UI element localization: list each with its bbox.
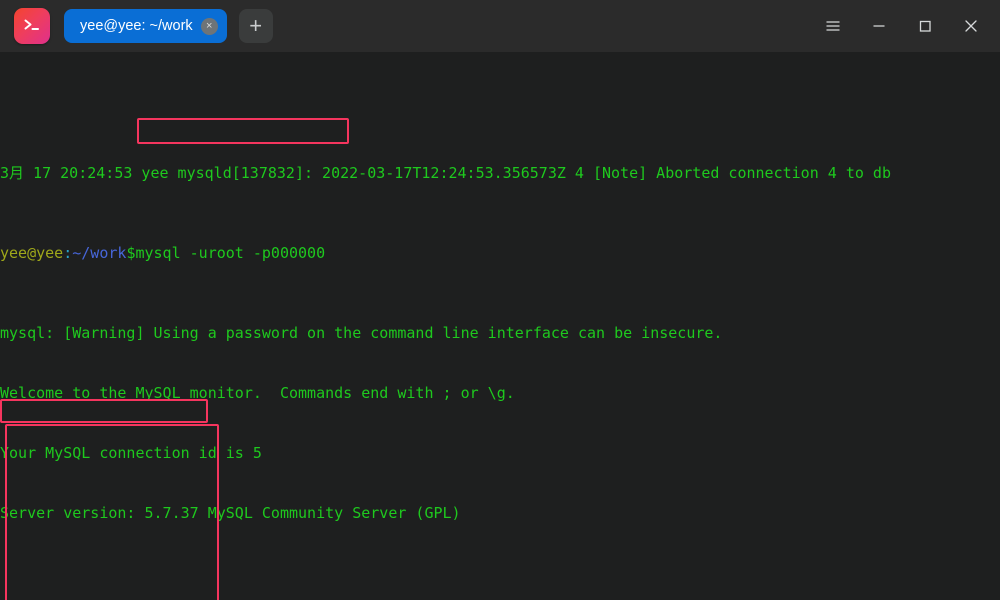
tab-label: yee@yee: ~/work xyxy=(80,18,193,34)
prompt-path: ~/work xyxy=(72,244,127,262)
terminal-screen: 3月 17 20:24:53 yee mysqld[137832]: 2022-… xyxy=(0,103,1000,600)
shell-prompt-line: yee@yee:~/work$mysql -uroot -p000000 xyxy=(0,243,1000,263)
connection-id-line: Your MySQL connection id is 5 xyxy=(0,444,262,462)
prompt-user-host: yee@yee xyxy=(0,244,64,262)
log-line: 3月 17 20:24:53 yee mysqld[137832]: 2022-… xyxy=(0,164,891,182)
terminal-window: yee@yee: ~/work × + 3月 17 20:24:53 yee m… xyxy=(0,0,1000,600)
window-controls xyxy=(810,0,1000,52)
new-tab-button[interactable]: + xyxy=(238,9,273,43)
close-button[interactable] xyxy=(948,0,994,52)
terminal-body[interactable]: 3月 17 20:24:53 yee mysqld[137832]: 2022-… xyxy=(0,52,1000,600)
typed-command: mysql -uroot -p000000 xyxy=(135,244,326,262)
welcome-line: Welcome to the MySQL monitor. Commands e… xyxy=(0,384,515,402)
title-bar: yee@yee: ~/work × + xyxy=(0,0,1000,52)
prompt-colon: : xyxy=(63,244,73,262)
tab-strip: yee@yee: ~/work × + xyxy=(64,9,810,43)
close-icon[interactable]: × xyxy=(200,17,218,35)
terminal-prompt-icon xyxy=(14,8,50,44)
tab-yee-work[interactable]: yee@yee: ~/work × xyxy=(64,9,227,43)
warning-line: mysql: [Warning] Using a password on the… xyxy=(0,324,723,342)
maximize-button[interactable] xyxy=(902,0,948,52)
server-version-line: Server version: 5.7.37 MySQL Community S… xyxy=(0,504,461,522)
hamburger-menu-icon[interactable] xyxy=(810,0,856,52)
minimize-button[interactable] xyxy=(856,0,902,52)
